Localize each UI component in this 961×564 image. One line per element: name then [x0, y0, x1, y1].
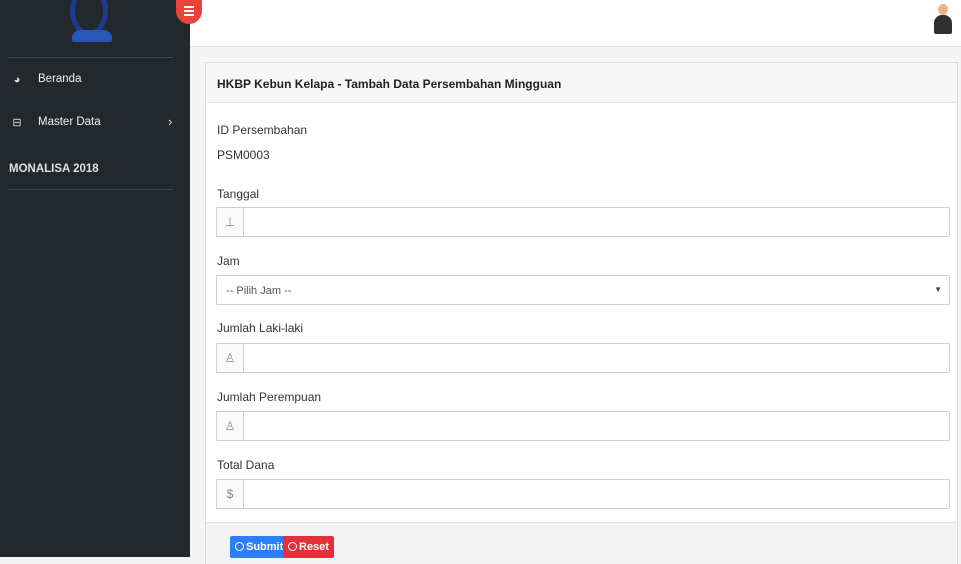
menu-icon: [184, 6, 194, 18]
jumlah-perempuan-field[interactable]: [243, 411, 950, 441]
tanggal-input-group: ⊥: [216, 207, 950, 237]
sidebar-divider: [8, 189, 173, 190]
reset-button[interactable]: Reset: [283, 536, 334, 558]
form-panel: HKBP Kebun Kelapa - Tambah Data Persemba…: [205, 62, 958, 564]
user-icon: ♙: [216, 343, 244, 373]
jumlah-perempuan-label: Jumlah Perempuan: [217, 390, 322, 404]
sidebar-heading: MONALISA 2018: [9, 163, 99, 175]
jam-select[interactable]: -- Pilih Jam -- ▼: [216, 275, 950, 305]
submit-label: Submit: [246, 541, 284, 553]
jumlah-perempuan-input-group: ♙: [216, 411, 950, 441]
id-persembahan-label: ID Persembahan: [217, 123, 308, 137]
id-persembahan-value: PSM0003: [217, 148, 270, 162]
caret-down-icon: ▼: [934, 285, 942, 294]
logo: [0, 0, 190, 58]
sidebar: ◕ Beranda ⊟ Master Data › MONALISA 2018: [0, 0, 190, 557]
reset-icon: [288, 542, 297, 551]
chevron-right-icon: ›: [168, 114, 173, 129]
sidebar-divider: [8, 57, 173, 58]
total-dana-field[interactable]: [243, 479, 950, 509]
sidebar-item-beranda[interactable]: ◕ Beranda: [0, 64, 190, 98]
tanggal-field[interactable]: [243, 207, 950, 237]
logo-base: [72, 30, 112, 42]
pin-icon: ⊥: [216, 207, 244, 237]
jumlah-laki-input-group: ♙: [216, 343, 950, 373]
total-dana-label: Total Dana: [217, 458, 275, 472]
jumlah-laki-field[interactable]: [243, 343, 950, 373]
dollar-icon: $: [216, 479, 244, 509]
jumlah-laki-label: Jumlah Laki-laki: [217, 321, 304, 335]
sidebar-item-label: Beranda: [38, 73, 82, 85]
submit-button[interactable]: Submit: [230, 536, 289, 558]
sidebar-item-master-data[interactable]: ⊟ Master Data ›: [0, 107, 190, 141]
reset-label: Reset: [299, 541, 329, 553]
dashboard-icon: ◕: [13, 74, 21, 86]
jam-label: Jam: [217, 254, 240, 268]
archive-icon: ⊟: [12, 117, 22, 129]
user-icon: ♙: [216, 411, 244, 441]
jam-selected-value: -- Pilih Jam --: [226, 285, 292, 297]
tanggal-label: Tanggal: [217, 187, 260, 201]
submit-icon: [235, 542, 244, 551]
total-dana-input-group: $: [216, 479, 950, 509]
panel-footer: Submit Reset: [206, 522, 957, 564]
topbar: [190, 0, 961, 47]
panel-title: HKBP Kebun Kelapa - Tambah Data Persemba…: [206, 63, 957, 103]
avatar[interactable]: [933, 4, 953, 34]
sidebar-item-label: Master Data: [38, 116, 101, 128]
